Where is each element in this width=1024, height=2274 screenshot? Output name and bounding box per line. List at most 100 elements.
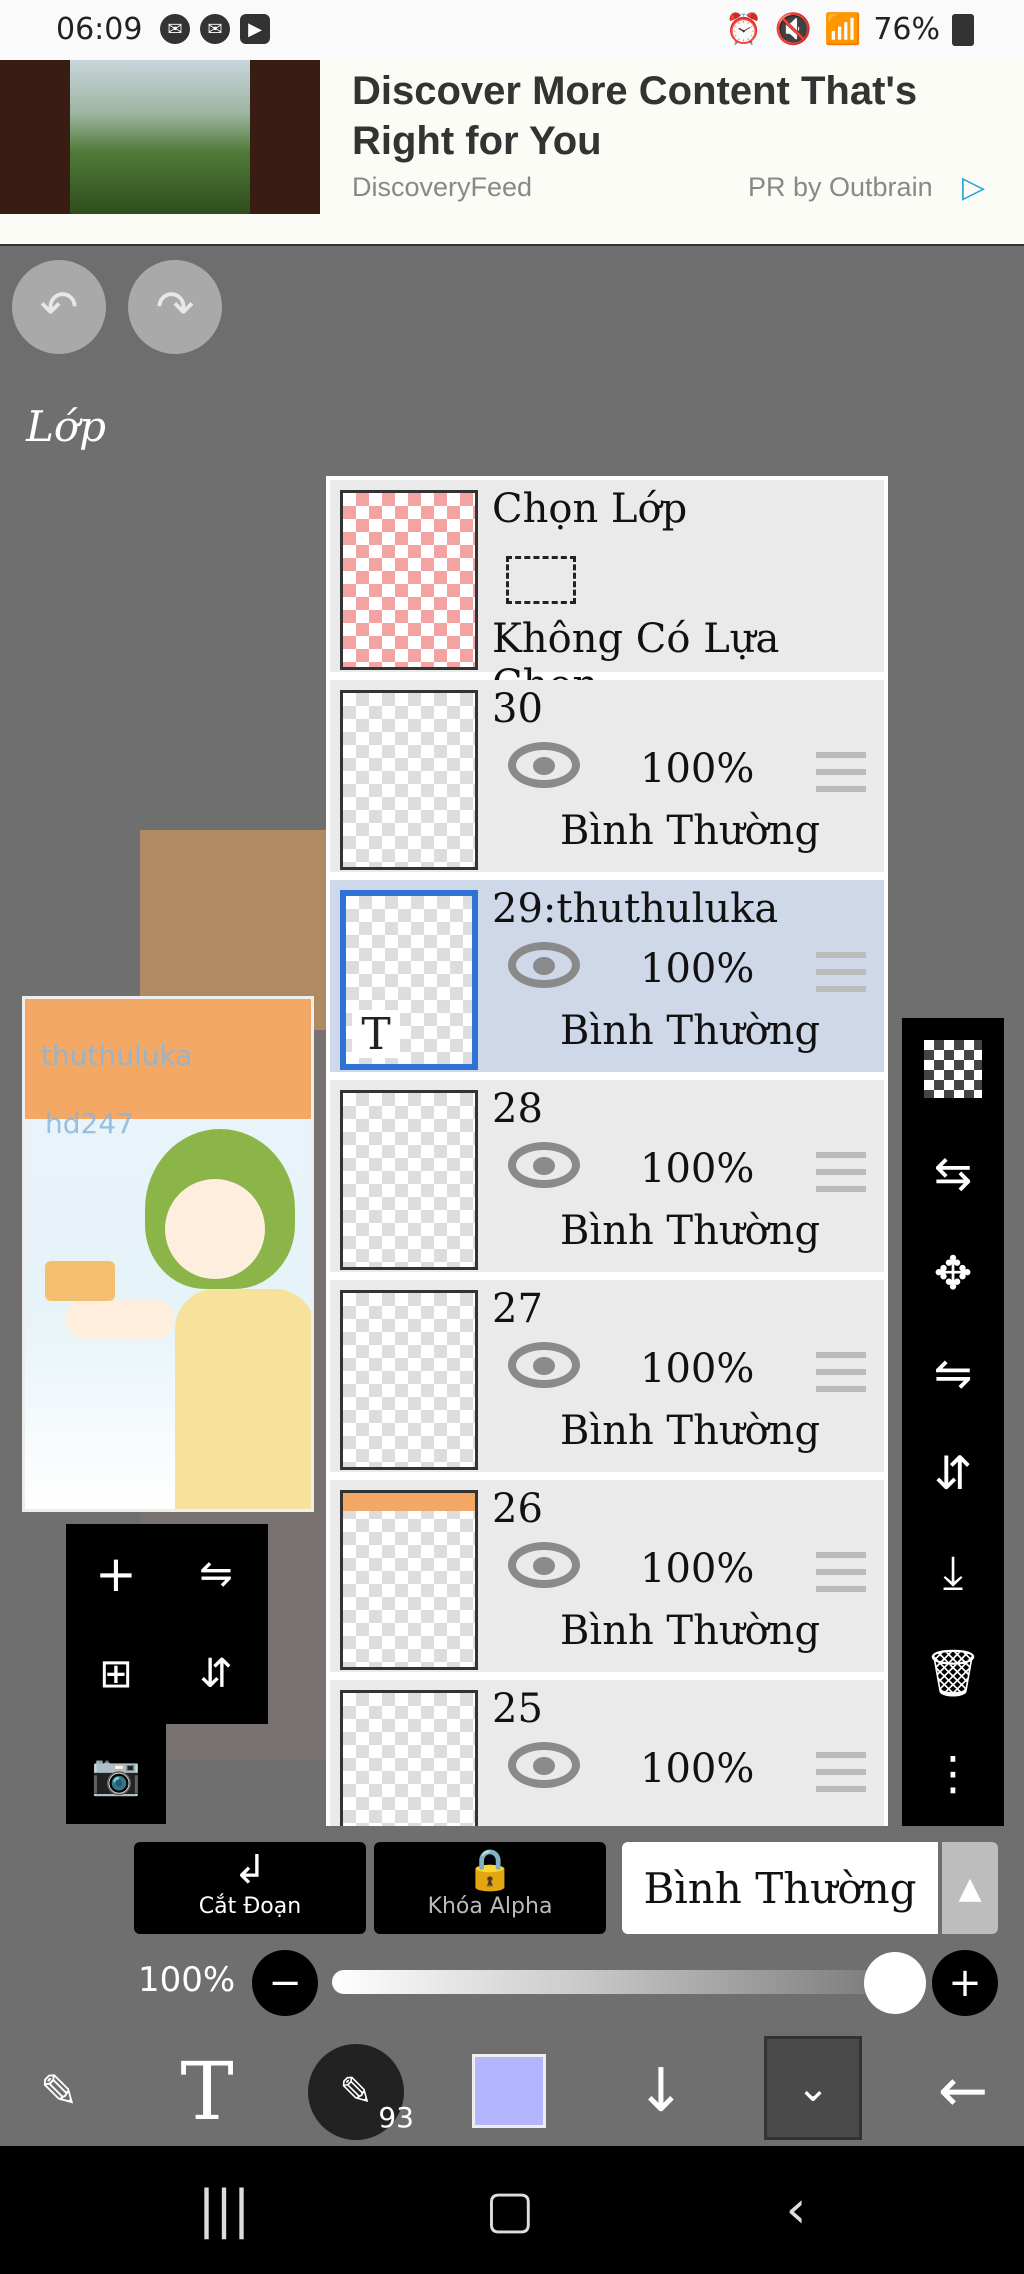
messenger-icon: ✉ [160,14,190,44]
layer-thumbnail [340,690,478,870]
more-vertical-icon: ⋮ [930,1746,976,1800]
layer-blend-mode: Bình Thường [560,808,821,854]
canvas-thumbnail[interactable]: thuthuluka hd247 [22,996,314,1512]
wifi-icon: 📶 [823,12,862,47]
more-options-button[interactable]: ⋮ [918,1738,988,1808]
brush-size: 93 [378,2101,414,2134]
selection-layer[interactable]: Chọn Lớp Không Có Lựa Chọn [330,480,884,708]
redo-icon: ↷ [155,280,195,334]
selection-layer-thumbnail [340,490,478,670]
layer-thumbnail [340,1290,478,1470]
flip-vertical-icon: ⇵ [199,1651,233,1697]
layer-blend-mode: Bình Thường [560,1208,821,1254]
ad-sponsor[interactable]: PR by Outbrain [748,172,933,203]
visibility-eye-icon[interactable] [508,1742,580,1788]
drag-handle-icon[interactable] [816,1152,866,1192]
layer-name: 27 [492,1286,543,1332]
ad-image[interactable] [0,60,320,214]
down-arrow-button[interactable]: ↓ [606,2036,716,2146]
text-tool-button[interactable]: T [152,2036,262,2146]
merge-down-button[interactable]: ⤓ [918,1538,988,1608]
system-icons: ⏰ 🔇 📶 76% [725,12,974,47]
camera-button[interactable]: 📷 [76,1734,156,1814]
blend-mode-select[interactable]: Bình Thường [622,1842,938,1934]
arrow-down-icon: ↓ [635,2056,687,2126]
delete-layer-button[interactable]: 🗑 [918,1638,988,1708]
blend-mode-arrow-icon[interactable]: ▲ [942,1842,998,1934]
alpha-lock-label: Khóa Alpha [427,1894,553,1919]
back-button[interactable]: ← [908,2036,1018,2146]
opacity-slider-knob[interactable] [864,1952,926,2014]
layer-row[interactable]: 30 100% Bình Thường [330,680,884,876]
layer-name: 28 [492,1086,543,1132]
character-face [165,1179,265,1279]
home-button[interactable]: ▢ [470,2170,550,2250]
status-time: 06:09 [56,12,143,47]
undo-button[interactable]: ↶ [12,260,106,354]
right-tools: ⇆ ✥ ⇋ ⇵ ⤓ 🗑 ⋮ [902,1018,1004,1826]
eraser-swap-icon: ✎ [39,2064,79,2118]
duplicate-layer-button[interactable]: ⊞ [76,1634,156,1714]
drag-handle-icon[interactable] [816,752,866,792]
drag-handle-icon[interactable] [816,1352,866,1392]
layer-row[interactable]: 25 100% [330,1680,884,1826]
flip-horizontal-button[interactable]: ⇋ [176,1534,256,1614]
opacity-label: 100% [138,1960,236,2000]
layer-opacity: 100% [640,1746,755,1792]
visibility-eye-icon[interactable] [508,942,580,988]
alpha-lock-button[interactable]: 🔒 Khóa Alpha [374,1842,606,1934]
layer-thumbnail [340,1490,478,1670]
flip-horizontal-tool-button[interactable]: ⇋ [918,1338,988,1408]
flip-vertical-button[interactable]: ⇵ [176,1634,256,1714]
ad-door-left [0,60,70,214]
panel-title: Lớp [26,402,107,451]
flip-horizontal-icon: ⇋ [933,1346,973,1400]
text-icon: T [180,2044,234,2138]
move-button[interactable]: ✥ [918,1238,988,1308]
layer-name: 30 [492,686,543,732]
recents-button[interactable]: ||| [184,2170,264,2250]
layer-list[interactable]: Chọn Lớp Không Có Lựa Chọn 30 100% Bình … [326,476,888,1826]
opacity-minus-button[interactable]: − [252,1950,318,2016]
clipping-button[interactable]: ↲ Cắt Đoạn [134,1842,366,1934]
layer-menu-button[interactable]: ⌄ [764,2036,862,2140]
layer-row[interactable]: 28 100% Bình Thường [330,1080,884,1276]
nav-back-button[interactable]: ‹ [756,2170,836,2250]
layer-thumbnail [340,1090,478,1270]
messenger-icon-2: ✉ [200,14,230,44]
lock-icon: 🔒 [465,1847,515,1893]
visibility-eye-icon[interactable] [508,742,580,788]
thumbnail-watermark-2: hd247 [45,1107,134,1140]
flip-vertical-tool-button[interactable]: ⇵ [918,1438,988,1508]
redo-button[interactable]: ↷ [128,260,222,354]
opacity-plus-button[interactable]: + [932,1950,998,2016]
status-bar: 06:09 ✉ ✉ ▶ ⏰ 🔇 📶 76% [0,0,1024,60]
character-cake [45,1261,115,1301]
character-dress [175,1289,311,1509]
visibility-eye-icon[interactable] [508,1342,580,1388]
transparent-fill-icon[interactable] [924,1040,982,1098]
ad-banner[interactable]: Discover More Content That's Right for Y… [0,60,1024,246]
adchoices-icon[interactable]: ▷ [962,170,996,205]
ad-title[interactable]: Discover More Content That's Right for Y… [352,66,992,166]
layer-blend-mode: Bình Thường [560,1008,821,1054]
thumbnail-watermark: thuthuluka [41,1039,193,1072]
brush-tool-button[interactable]: ✎ 93 [308,2044,414,2140]
mute-icon: 🔇 [774,12,812,47]
drag-handle-icon[interactable] [816,952,866,992]
visibility-eye-icon[interactable] [508,1542,580,1588]
move-layer-content-button[interactable]: ⇆ [918,1138,988,1208]
undo-icon: ↶ [39,280,79,334]
layer-row[interactable]: 26 100% Bình Thường [330,1480,884,1676]
add-layer-button[interactable]: + [76,1534,156,1614]
transform-tool-button[interactable]: ✎ [4,2036,114,2146]
opacity-slider-track[interactable] [332,1970,898,1994]
layer-row[interactable]: 27 100% Bình Thường [330,1280,884,1476]
visibility-eye-icon[interactable] [508,1142,580,1188]
arrow-left-icon: ← [937,2056,989,2126]
drag-handle-icon[interactable] [816,1552,866,1592]
color-swatch[interactable] [472,2054,546,2128]
left-tools: + ⇋ ⊞ ⇵ 📷 [66,1524,268,1824]
drag-handle-icon[interactable] [816,1752,866,1792]
layer-row-selected[interactable]: T 29:thuthuluka 100% Bình Thường [330,880,884,1076]
